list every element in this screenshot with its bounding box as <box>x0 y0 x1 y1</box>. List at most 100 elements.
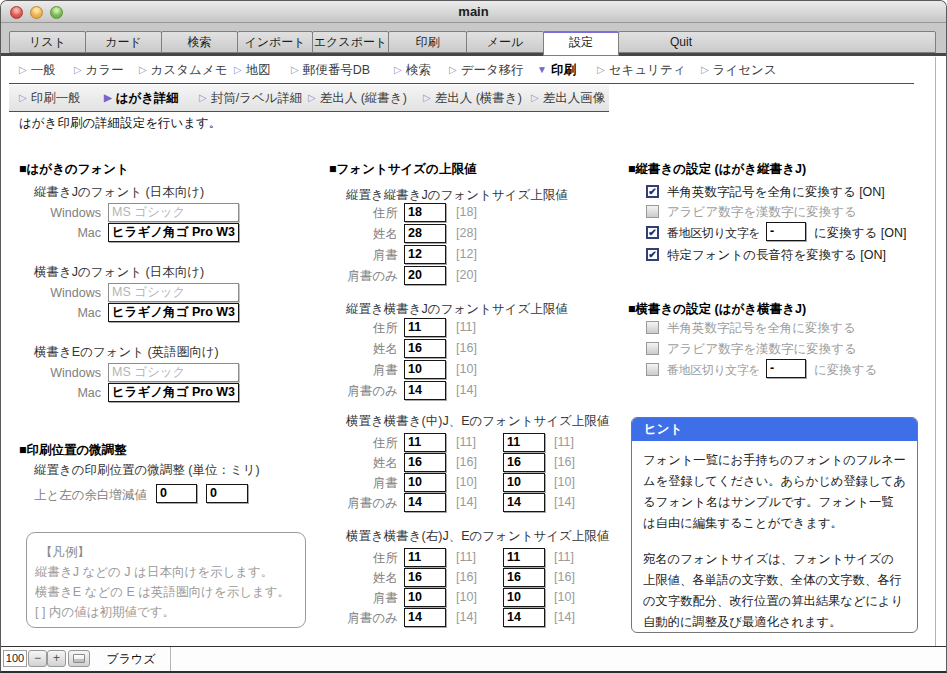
size-input[interactable]: 10 <box>404 360 446 379</box>
tab-settings[interactable]: 設定 <box>543 31 619 56</box>
zoom-out-button[interactable]: − <box>28 650 47 667</box>
zoom-level-field[interactable]: 100 <box>3 650 27 667</box>
nav-postal-db[interactable]: ▷郵便番号DB <box>291 57 370 84</box>
checkbox[interactable]: ✔ <box>646 185 659 198</box>
tab-divider <box>1 53 947 56</box>
nav-custom-memo[interactable]: ▷カスタムメモ <box>139 57 227 84</box>
checkbox[interactable]: ✔ <box>646 248 659 261</box>
triangle-icon: ▷ <box>394 64 402 75</box>
size-input[interactable]: 10 <box>404 588 446 607</box>
size-input[interactable]: 16 <box>404 453 446 472</box>
default-value: [28] <box>456 226 477 240</box>
subnav-sender-image[interactable]: ▷差出人画像 <box>531 85 605 112</box>
size-input[interactable]: 16 <box>404 568 446 587</box>
checkbox-label-after: に変換する [ON] <box>814 225 907 242</box>
size-input-e[interactable]: 14 <box>503 493 545 512</box>
row-label: 住所 <box>329 435 398 452</box>
tab-export[interactable]: エクスポート <box>312 31 389 53</box>
size-input-e[interactable]: 16 <box>503 568 545 587</box>
row-label: 住所 <box>329 205 398 222</box>
default-value: [11] <box>554 550 574 564</box>
checkbox[interactable]: ✔ <box>646 363 659 376</box>
size-input[interactable]: 18 <box>404 203 446 222</box>
size-input[interactable]: 16 <box>404 339 446 358</box>
size-input[interactable]: 12 <box>404 245 446 264</box>
separator-char-input[interactable]: - <box>766 359 806 378</box>
subnav-sender-horizontal[interactable]: ▷差出人 (横書き) <box>423 85 522 112</box>
mac-font-input[interactable]: ヒラギノ角ゴ Pro W3 <box>108 303 239 322</box>
nav-license[interactable]: ▷ライセンス <box>701 57 777 84</box>
subnav-envelope-label[interactable]: ▷封筒/ラベル詳細 <box>199 85 303 112</box>
size-input[interactable]: 11 <box>404 318 446 337</box>
legend-line: 横書きE などの E は英語圏向けを示します。 <box>35 584 290 601</box>
group-label: 縦書きJのフォント (日本向け) <box>34 184 204 201</box>
size-input[interactable]: 11 <box>404 548 446 567</box>
mac-font-input[interactable]: ヒラギノ角ゴ Pro W3 <box>108 383 239 402</box>
size-input-e[interactable]: 11 <box>503 433 545 452</box>
nav-search[interactable]: ▷検索 <box>394 57 431 84</box>
tab-quit[interactable]: Quit <box>618 31 936 53</box>
size-input[interactable]: 14 <box>404 608 446 627</box>
mac-font-input[interactable]: ヒラギノ角ゴ Pro W3 <box>108 223 239 242</box>
tab-card[interactable]: カード <box>85 31 162 53</box>
layout-right-edge <box>935 57 936 646</box>
font-row: Mac ヒラギノ角ゴ Pro W3 <box>21 383 311 404</box>
size-input[interactable]: 20 <box>404 266 446 285</box>
nav-data-migration[interactable]: ▷データ移行 <box>449 57 524 84</box>
checkbox[interactable]: ✔ <box>646 205 659 218</box>
checkbox[interactable]: ✔ <box>646 226 659 239</box>
tab-list[interactable]: リスト <box>9 31 86 53</box>
triangle-icon: ▷ <box>19 64 27 75</box>
checkbox-label-after: に変換する <box>814 362 877 379</box>
nav-general[interactable]: ▷一般 <box>19 57 56 84</box>
windows-font-input[interactable]: MS ゴシック <box>108 363 239 382</box>
size-input-e[interactable]: 16 <box>503 453 545 472</box>
nav-color[interactable]: ▷カラー <box>74 57 124 84</box>
default-value: [20] <box>456 268 477 282</box>
size-input-e[interactable]: 10 <box>503 473 545 492</box>
subnav-print-general[interactable]: ▷印刷一般 <box>19 85 81 112</box>
size-row: 肩書のみ14[14] <box>329 381 629 401</box>
nav-security[interactable]: ▷セキュリティ <box>597 57 685 84</box>
mode-popup[interactable]: ブラウズ <box>93 650 169 668</box>
title-bar[interactable]: main <box>1 1 946 23</box>
triangle-icon: ▷ <box>139 64 147 75</box>
group-label: 縦置き縦書きJのフォントサイズ上限値 <box>346 187 568 204</box>
status-area-toggle-button[interactable] <box>68 650 90 667</box>
default-value: [14] <box>554 495 575 509</box>
nav-print[interactable]: ▼印刷 <box>537 57 576 84</box>
tab-search[interactable]: 検索 <box>161 31 238 53</box>
checkbox[interactable]: ✔ <box>646 342 659 355</box>
mac-label: Mac <box>21 386 101 400</box>
default-value: [10] <box>456 590 477 604</box>
tab-import[interactable]: インポート <box>237 31 313 53</box>
size-row: 肩書12[12] <box>329 245 629 265</box>
size-input-e[interactable]: 14 <box>503 608 545 627</box>
windows-font-input[interactable]: MS ゴシック <box>108 203 239 222</box>
checkbox[interactable]: ✔ <box>646 321 659 334</box>
size-input[interactable]: 10 <box>404 473 446 492</box>
tab-mail[interactable]: メール <box>466 31 544 53</box>
row-label: 姓名 <box>329 455 398 472</box>
size-input-e[interactable]: 10 <box>503 588 545 607</box>
row-label: 姓名 <box>329 341 398 358</box>
size-input[interactable]: 14 <box>404 381 446 400</box>
windows-font-input[interactable]: MS ゴシック <box>108 283 239 302</box>
status-area-icon <box>73 654 85 663</box>
tab-print[interactable]: 印刷 <box>388 31 467 53</box>
default-value: [14] <box>456 495 477 509</box>
size-input[interactable]: 28 <box>404 224 446 243</box>
margin-top-input[interactable]: 0 <box>156 484 197 503</box>
zoom-in-button[interactable]: + <box>47 650 66 667</box>
subnav-hagaki-detail[interactable]: ▶はがき詳細 <box>104 85 179 112</box>
margin-left-input[interactable]: 0 <box>206 484 248 503</box>
separator-char-input[interactable]: - <box>766 222 806 241</box>
size-input[interactable]: 11 <box>404 433 446 452</box>
nav-map[interactable]: ▷地図 <box>234 57 271 84</box>
row-label: 住所 <box>329 550 398 567</box>
default-value: [16] <box>456 455 477 469</box>
size-row: 肩書10[10]10[10] <box>329 588 629 608</box>
size-input[interactable]: 14 <box>404 493 446 512</box>
subnav-sender-vertical[interactable]: ▷差出人 (縦書き) <box>308 85 407 112</box>
size-input-e[interactable]: 11 <box>503 548 545 567</box>
